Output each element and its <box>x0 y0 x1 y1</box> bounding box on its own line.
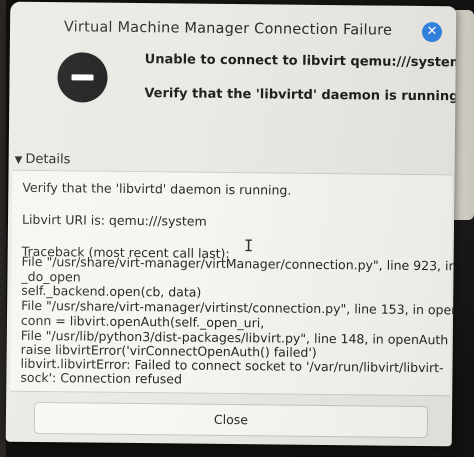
dialog-title: Virtual Machine Manager Connection Failu… <box>63 19 393 39</box>
connection-failure-dialog: Virtual Machine Manager Connection Failu… <box>5 1 457 447</box>
dialog-titlebar: Virtual Machine Manager Connection Failu… <box>10 12 456 47</box>
expander-triangle-icon: ▼ <box>14 154 23 166</box>
details-line: Libvirt URI is: qemu:///system <box>21 211 207 229</box>
background-window-edge-left <box>0 0 6 457</box>
error-icon <box>57 52 108 103</box>
details-line: sock': Connection refused <box>20 369 183 387</box>
details-label: Details <box>25 151 71 168</box>
details-line: File "/usr/share/virt-manager/virtManage… <box>21 253 457 274</box>
primary-message: Unable to connect to libvirt qemu:///sys… <box>144 52 457 71</box>
text-cursor-icon: I <box>243 236 254 256</box>
photo-scene: Virtual Machine Manager Connection Failu… <box>0 0 474 457</box>
details-text-view[interactable]: I Verify that the 'libvirtd' daemon is r… <box>10 169 456 397</box>
close-window-icon[interactable]: ✕ <box>421 21 443 43</box>
details-line: Verify that the 'libvirtd' daemon is run… <box>22 179 292 198</box>
close-button[interactable]: Close <box>33 401 429 439</box>
secondary-message: Verify that the 'libvirtd' daemon is run… <box>144 86 457 105</box>
error-icon-bar <box>71 74 94 81</box>
details-expander[interactable]: ▼ Details <box>14 151 71 168</box>
